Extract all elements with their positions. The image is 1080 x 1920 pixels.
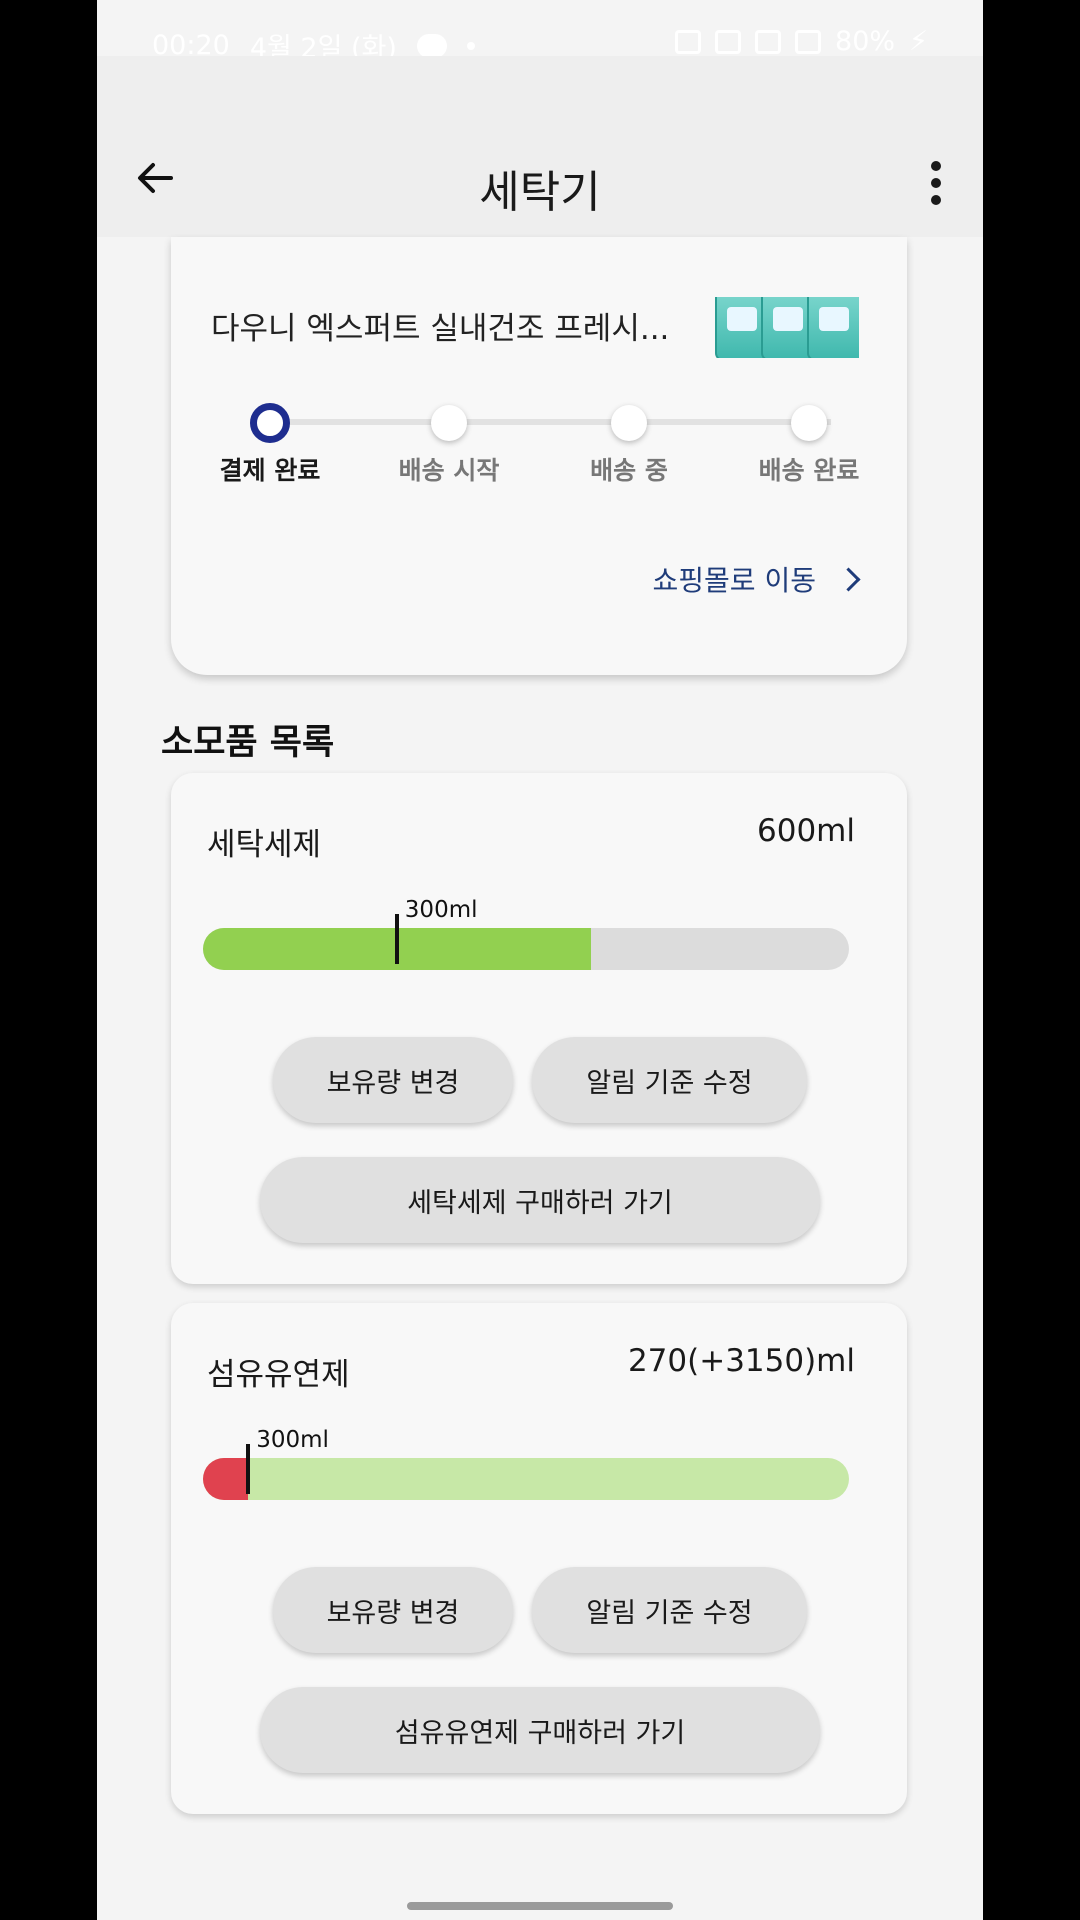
step-label-in-transit: 배송 중: [590, 456, 668, 485]
consumable-level-fill: [203, 1458, 249, 1500]
alert-threshold-marker: [246, 1444, 251, 1494]
consumable-level-bar: [203, 1458, 849, 1500]
battery-percent: 80%: [835, 26, 896, 57]
edit-alert-threshold-button[interactable]: 알림 기준 수정: [532, 1037, 807, 1123]
buy-detergent-button[interactable]: 세탁세제 구매하러 가기: [260, 1157, 820, 1243]
step-node-in-transit: [611, 405, 647, 441]
change-stock-button[interactable]: 보유량 변경: [273, 1567, 513, 1653]
consumable-card-softener: 섬유유연제 270(+3150)ml 300ml 보유량 변경 알림 기준 수정…: [171, 1303, 907, 1814]
edit-alert-threshold-button[interactable]: 알림 기준 수정: [532, 1567, 807, 1653]
step-label-shipping-start: 배송 시작: [398, 456, 500, 485]
buy-softener-button[interactable]: 섬유유연제 구매하러 가기: [260, 1687, 820, 1773]
go-to-shop-link[interactable]: 쇼핑몰로 이동: [652, 559, 861, 599]
step-node-shipping-start: [431, 405, 467, 441]
mute-icon: [715, 29, 742, 54]
notification-dot-icon: [466, 41, 475, 50]
step-node-payment: [250, 403, 290, 443]
step-label-payment: 결제 완료: [219, 456, 321, 485]
consumable-amount: 600ml: [757, 813, 855, 849]
nfc-icon: [675, 29, 702, 54]
consumable-card-detergent: 세탁세제 600ml 300ml 보유량 변경 알림 기준 수정 세탁세제 구매…: [171, 773, 907, 1284]
app-screen: 00:20 4월 2일 (화) 80% ⚡ 세탁기 다우니 엑스퍼트 실내건조 …: [97, 0, 983, 1920]
consumable-name: 섬유유연제: [207, 1357, 350, 1393]
wifi-icon: [755, 29, 782, 54]
step-label-delivered: 배송 완료: [758, 456, 860, 485]
change-stock-button[interactable]: 보유량 변경: [273, 1037, 513, 1123]
consumable-amount: 270(+3150)ml: [627, 1343, 855, 1379]
signal-icon: [795, 29, 822, 54]
consumable-name: 세탁세제: [207, 827, 322, 863]
app-bar: 세탁기: [97, 56, 983, 237]
status-bar: 00:20 4월 2일 (화) 80% ⚡: [97, 0, 983, 64]
consumable-level-bar: [203, 928, 849, 970]
delivery-progress-track: [271, 419, 831, 425]
charging-icon: ⚡: [909, 26, 928, 57]
alert-threshold-label: 300ml: [256, 1427, 329, 1453]
more-vertical-icon: [931, 161, 941, 171]
product-thumbnail[interactable]: [711, 297, 859, 358]
status-right: 80% ⚡: [675, 26, 928, 57]
more-options-button[interactable]: [929, 161, 943, 205]
order-tracking-card: 다우니 엑스퍼트 실내건조 프레시... 결제 완료 배송 시작 배송 중 배송…: [171, 237, 907, 675]
alert-threshold-marker: [394, 914, 399, 964]
chat-notification-icon: [416, 33, 447, 58]
chevron-right-icon: [836, 566, 861, 592]
consumables-section-title: 소모품 목록: [161, 723, 335, 763]
shop-link-label: 쇼핑몰로 이동: [652, 564, 816, 597]
home-indicator[interactable]: [407, 1902, 673, 1910]
page-title: 세탁기: [479, 167, 601, 218]
alert-threshold-label: 300ml: [404, 897, 478, 923]
step-node-delivered: [791, 405, 827, 441]
product-name: 다우니 엑스퍼트 실내건조 프레시...: [211, 311, 670, 347]
